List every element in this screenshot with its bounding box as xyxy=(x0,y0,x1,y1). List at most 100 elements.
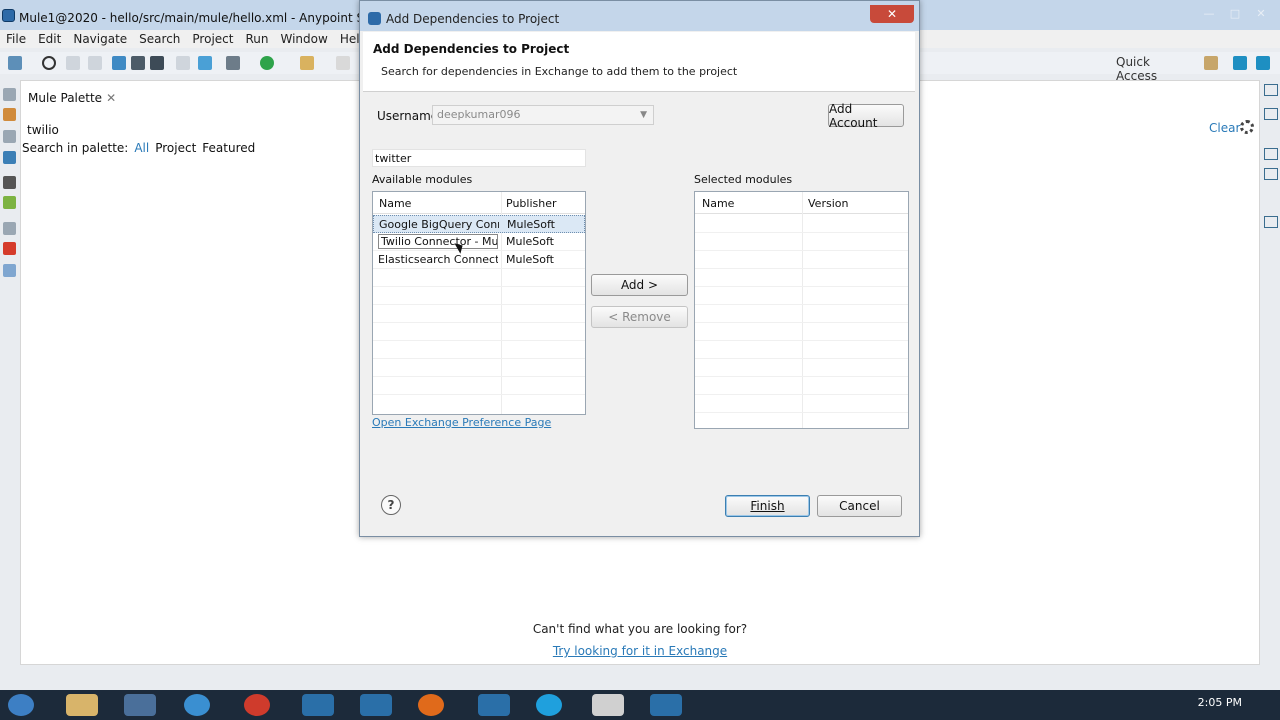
menu-run[interactable]: Run xyxy=(245,32,268,46)
empty-message: Can't find what you are looking for? xyxy=(532,622,748,636)
windows-taskbar xyxy=(0,690,1280,720)
empty-row xyxy=(373,377,585,395)
maximize-icon[interactable]: □ xyxy=(1226,6,1244,20)
menu-window[interactable]: Window xyxy=(280,32,327,46)
quick-access-field[interactable]: Quick Access xyxy=(1113,52,1193,83)
selected-modules-label: Selected modules xyxy=(694,173,793,186)
filter-all[interactable]: All xyxy=(134,141,149,155)
remove-button[interactable]: < Remove xyxy=(591,306,688,328)
table-row[interactable]: Google BigQuery Conne MuleSoft xyxy=(373,215,585,233)
dialog-close-button[interactable]: ✕ xyxy=(870,5,914,23)
empty-row xyxy=(695,359,908,377)
module-search-input[interactable]: twitter xyxy=(372,149,586,167)
column-name[interactable]: Name xyxy=(702,197,734,210)
minimize-view-icon[interactable] xyxy=(1264,84,1278,96)
lock-icon[interactable] xyxy=(150,56,164,70)
gear-icon[interactable] xyxy=(1240,120,1254,134)
restore-icon[interactable] xyxy=(3,130,16,143)
restore-icon[interactable] xyxy=(3,88,16,101)
add-button[interactable]: Add > xyxy=(591,274,688,296)
taskbar-app-icon-5[interactable] xyxy=(650,694,682,716)
error-icon[interactable] xyxy=(3,242,16,255)
run-icon[interactable] xyxy=(260,56,274,70)
view-icon[interactable] xyxy=(1264,216,1278,228)
outline-icon[interactable] xyxy=(3,151,16,164)
table-row[interactable]: Twilio Connector - Mul MuleSoft xyxy=(373,233,585,251)
try-exchange-link-text[interactable]: Try looking for it in Exchange xyxy=(553,644,727,658)
empty-row xyxy=(695,305,908,323)
deploy-icon[interactable] xyxy=(112,56,126,70)
column-name[interactable]: Name xyxy=(379,197,411,210)
taskbar-app-icon-3[interactable] xyxy=(478,694,510,716)
empty-row xyxy=(695,251,908,269)
restore-icon[interactable] xyxy=(3,222,16,235)
publish-icon[interactable] xyxy=(198,56,212,70)
start-button[interactable] xyxy=(8,694,34,716)
close-tab-icon[interactable]: ✕ xyxy=(106,91,116,105)
column-publisher[interactable]: Publisher xyxy=(506,197,557,210)
tab-mule-palette[interactable]: Mule Palette ✕ xyxy=(22,86,126,110)
problems-icon[interactable] xyxy=(1264,168,1278,180)
left-trim-bar xyxy=(0,86,20,286)
forward-icon[interactable] xyxy=(336,56,350,70)
skype-taskbar-icon[interactable] xyxy=(536,694,562,716)
palette-filter: Search in palette: All Project Featured xyxy=(22,141,255,155)
menu-file[interactable]: File xyxy=(6,32,26,46)
add-dependencies-dialog: Add Dependencies to Project ✕ Add Depend… xyxy=(359,0,920,537)
ie-taskbar-icon[interactable] xyxy=(184,694,210,716)
empty-row xyxy=(373,269,585,287)
chrome-taskbar-icon[interactable] xyxy=(244,694,270,716)
taskbar-app-icon[interactable] xyxy=(124,694,156,716)
mule-icon[interactable] xyxy=(131,56,145,70)
finish-button[interactable]: Finish xyxy=(725,495,810,517)
image-icon[interactable] xyxy=(176,56,190,70)
back-icon[interactable] xyxy=(300,56,314,70)
disconnect-icon[interactable] xyxy=(42,56,56,70)
mule-design-perspective-icon[interactable] xyxy=(1233,56,1247,70)
firefox-taskbar-icon[interactable] xyxy=(418,694,444,716)
properties-icon[interactable] xyxy=(1264,108,1278,120)
tab-label: Mule Palette xyxy=(28,91,103,105)
dialog-titlebar: Add Dependencies to Project xyxy=(360,1,919,31)
exchange-preference-link[interactable]: Open Exchange Preference Page xyxy=(372,416,551,429)
help-icon[interactable]: ? xyxy=(381,495,401,515)
anypoint-taskbar-icon-2[interactable] xyxy=(360,694,392,716)
minimize-icon[interactable]: — xyxy=(1200,6,1218,20)
menu-navigate[interactable]: Navigate xyxy=(73,32,127,46)
new-icon[interactable] xyxy=(8,56,22,70)
menu-project[interactable]: Project xyxy=(192,32,233,46)
package-explorer-icon[interactable] xyxy=(3,108,16,121)
empty-row xyxy=(373,287,585,305)
column-version[interactable]: Version xyxy=(808,197,848,210)
table-row[interactable]: Elasticsearch Connector MuleSoft xyxy=(373,251,585,269)
console-icon[interactable] xyxy=(1264,148,1278,160)
explorer-taskbar-icon[interactable] xyxy=(66,694,98,716)
debug-icon[interactable] xyxy=(226,56,240,70)
empty-row xyxy=(695,323,908,341)
window-controls: — □ ✕ xyxy=(1200,6,1280,24)
open-perspective-icon[interactable] xyxy=(1204,56,1218,70)
module-publisher: MuleSoft xyxy=(507,218,555,231)
filter-label: Search in palette: xyxy=(22,141,129,155)
clear-link[interactable]: Clear xyxy=(1209,121,1240,135)
taskbar-app-icon-4[interactable] xyxy=(592,694,624,716)
table-header: Name Publisher xyxy=(373,192,585,214)
filter-featured[interactable]: Featured xyxy=(202,141,255,155)
mule-icon[interactable] xyxy=(3,196,16,209)
mule-debug-perspective-icon[interactable] xyxy=(1256,56,1270,70)
menu-search[interactable]: Search xyxy=(139,32,180,46)
save-icon[interactable] xyxy=(66,56,80,70)
username-value: deepkumar096 xyxy=(437,108,521,121)
anypoint-taskbar-icon[interactable] xyxy=(302,694,334,716)
close-icon[interactable]: ✕ xyxy=(1252,6,1270,20)
save-all-icon[interactable] xyxy=(88,56,102,70)
empty-row xyxy=(695,377,908,395)
dialog-header: Add Dependencies to Project Search for d… xyxy=(363,32,915,92)
api-icon[interactable] xyxy=(3,176,16,189)
mule-properties-icon[interactable] xyxy=(3,264,16,277)
username-select: deepkumar096 ▼ xyxy=(432,105,654,125)
cancel-button[interactable]: Cancel xyxy=(817,495,902,517)
menu-edit[interactable]: Edit xyxy=(38,32,61,46)
filter-project[interactable]: Project xyxy=(155,141,196,155)
add-account-button[interactable]: Add Account xyxy=(828,102,904,130)
